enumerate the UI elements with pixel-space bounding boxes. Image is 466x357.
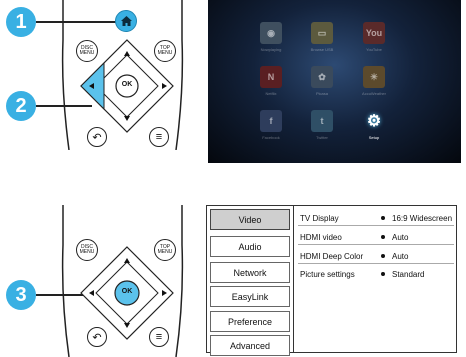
bullet-icon [381,216,385,220]
home-button[interactable] [115,10,137,32]
setting-label: TV Display [300,214,339,223]
tile-label: Picasa [315,91,328,96]
tile-label: YouTube [366,47,382,52]
options-button[interactable]: ≡ [149,327,169,347]
step-1-badge: 1 [6,7,36,37]
menu-item-audio[interactable]: Audio [210,236,290,257]
options-button[interactable]: ≡ [149,127,169,147]
disc-menu-button[interactable]: DISC MENU [76,239,98,261]
home-icon [120,16,132,26]
tile-browse-usb-icon[interactable]: ▭ [311,22,333,44]
tile-facebook-icon[interactable]: f [260,110,282,132]
tile-setup-icon[interactable]: ⚙ [363,110,385,132]
setting-value: Auto [392,233,409,242]
setting-row-tv-display[interactable]: TV Display 16:9 Widescreen [298,210,454,226]
tile-label: Facebook [262,135,280,140]
tile-label: Setup [368,135,380,140]
top-menu-button[interactable]: TOP MENU [154,239,176,261]
remote-bottom-outline [61,205,184,357]
tile-accuweather-icon[interactable]: ☀ [363,66,385,88]
remote-bottom: OK DISC MENU TOP MENU ↶ ≡ [55,205,190,357]
setting-label: HDMI Deep Color [300,252,364,261]
setting-label: Picture settings [300,270,355,279]
tile-label: Netflix [265,91,277,96]
tile-netflix-icon[interactable]: N [260,66,282,88]
disc-menu-button[interactable]: DISC MENU [76,40,98,62]
tv-home-screen: ◉ Nowplaying ▭ Browse USB You YouTube N Netflix… [208,0,461,163]
tile-label: AccuWeather [362,91,386,96]
setting-value: 16:9 Widescreen [392,214,453,223]
tile-label: Browse USB [310,47,334,52]
ok-button[interactable]: OK [115,288,139,295]
top-menu-button[interactable]: TOP MENU [154,40,176,62]
tile-nowplaying-icon[interactable]: ◉ [260,22,282,44]
menu-item-video[interactable]: Video [210,209,290,230]
menu-item-preference[interactable]: Preference [210,311,290,332]
tile-label: Twitter [316,135,328,140]
setting-value: Auto [392,252,409,261]
step-2-badge: 2 [6,91,36,121]
menu-item-advanced[interactable]: Advanced [210,335,290,356]
setup-menu: Video Audio Network EasyLink Preference … [206,205,457,356]
setting-row-hdmi-deep-color[interactable]: HDMI Deep Color Auto [298,248,454,264]
tile-picasa-icon[interactable]: ✿ [311,66,333,88]
tile-label: Nowplaying [260,47,282,52]
back-button[interactable]: ↶ [87,327,107,347]
menu-item-network[interactable]: Network [210,262,290,283]
tile-youtube-icon[interactable]: You [363,22,385,44]
setting-label: HDMI video [300,233,342,242]
setting-value: Standard [392,270,425,279]
menu-item-easylink[interactable]: EasyLink [210,286,290,307]
back-arrow-icon: ↶ [92,131,102,144]
bullet-icon [381,272,385,276]
step-3-badge: 3 [6,280,36,310]
bullet-icon [381,235,385,239]
menu-lines-icon: ≡ [155,131,163,143]
back-button[interactable]: ↶ [87,127,107,147]
remote-top: OK DISC MENU TOP MENU ↶ ≡ [55,0,190,150]
menu-lines-icon: ≡ [155,331,163,343]
menu-category-list: Video Audio Network EasyLink Preference … [207,206,294,356]
tile-twitter-icon[interactable]: t [311,110,333,132]
ok-button[interactable]: OK [116,81,138,88]
setting-row-hdmi-video[interactable]: HDMI video Auto [298,229,454,245]
bullet-icon [381,254,385,258]
setting-row-picture-settings[interactable]: Picture settings Standard [298,266,454,282]
back-arrow-icon: ↶ [92,331,102,344]
